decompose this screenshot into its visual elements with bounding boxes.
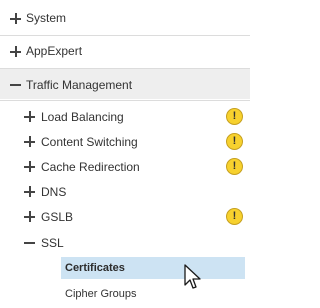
mouse-pointer-icon (184, 264, 201, 289)
nav-item-label: Certificates (65, 262, 125, 274)
nav-item-label: GSLB (41, 210, 74, 224)
nav-item-traffic-management[interactable]: Traffic Management (0, 69, 250, 99)
divider (0, 100, 250, 101)
expand-plus-icon[interactable] (10, 13, 21, 24)
warning-icon: ! (226, 108, 243, 125)
expand-plus-icon[interactable] (24, 186, 35, 197)
warning-icon: ! (226, 208, 243, 225)
nav-item-label: DNS (41, 185, 67, 199)
nav-item-label: Cache Redirection (41, 160, 140, 174)
nav-item-cipher-groups[interactable]: Cipher Groups (0, 282, 250, 304)
collapse-minus-icon[interactable] (10, 79, 21, 90)
warning-icon: ! (226, 158, 243, 175)
expand-plus-icon[interactable] (24, 111, 35, 122)
expand-plus-icon[interactable] (10, 46, 21, 57)
nav-item-ssl[interactable]: SSL (0, 230, 250, 255)
nav-item-content-switching[interactable]: Content Switching ! (0, 129, 250, 154)
expand-plus-icon[interactable] (24, 211, 35, 222)
expand-plus-icon[interactable] (24, 161, 35, 172)
nav-item-label: Cipher Groups (65, 288, 137, 300)
expand-plus-icon[interactable] (24, 136, 35, 147)
collapse-minus-icon[interactable] (24, 237, 35, 248)
nav-item-appexpert[interactable]: AppExpert (0, 36, 250, 67)
nav-item-dns[interactable]: DNS (0, 179, 250, 204)
nav-item-gslb[interactable]: GSLB ! (0, 204, 250, 229)
nav-item-load-balancing[interactable]: Load Balancing ! (0, 104, 250, 129)
nav-item-label: SSL (41, 236, 64, 250)
nav-item-label: Content Switching (41, 135, 138, 149)
nav-item-label: Traffic Management (26, 78, 133, 92)
nav-item-certificates[interactable]: Certificates (0, 257, 250, 279)
nav-item-label: Load Balancing (41, 110, 124, 124)
nav-item-system[interactable]: System (0, 3, 250, 34)
navigation-tree: System AppExpert Traffic Management Load… (0, 0, 250, 308)
nav-item-cache-redirection[interactable]: Cache Redirection ! (0, 154, 250, 179)
warning-icon: ! (226, 133, 243, 150)
nav-item-label: AppExpert (26, 44, 83, 58)
nav-item-label: System (26, 11, 67, 25)
